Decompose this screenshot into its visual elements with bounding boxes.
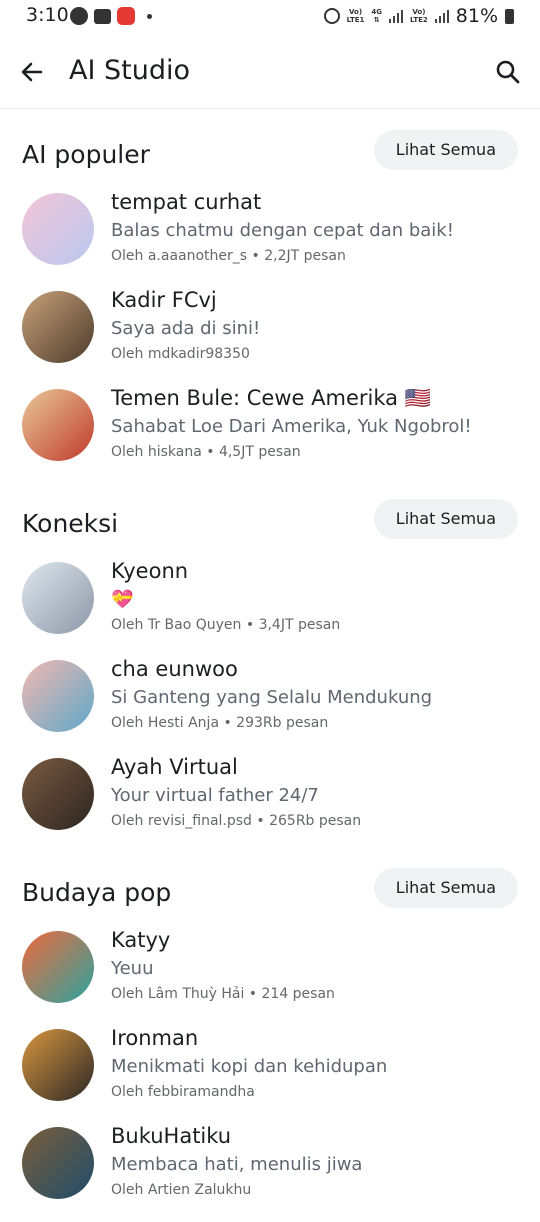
app-notification-icon bbox=[117, 7, 135, 25]
status-time: 3:10 bbox=[26, 4, 69, 26]
messenger-icon bbox=[70, 7, 88, 25]
avatar bbox=[22, 193, 94, 265]
item-name: Ayah Virtual bbox=[111, 755, 238, 779]
avatar bbox=[22, 1127, 94, 1199]
item-meta: Oleh Hesti Anja • 293Rb pesan bbox=[111, 715, 329, 731]
battery-percent: 81% bbox=[455, 5, 498, 27]
item-description: Si Ganteng yang Selalu Mendukung bbox=[111, 687, 433, 708]
avatar bbox=[22, 562, 94, 634]
item-meta: Oleh Tr Bao Quyen • 3,4JT pesan bbox=[111, 617, 341, 633]
list-item[interactable]: Kadir FCvj Saya ada di sini! Oleh mdkadi… bbox=[0, 288, 540, 386]
battery-icon bbox=[505, 8, 514, 24]
signal-icon-sim1 bbox=[389, 9, 404, 23]
sim2-label: Vo) LTE2 bbox=[410, 8, 428, 24]
see-all-button[interactable]: Lihat Semua bbox=[373, 130, 518, 170]
back-arrow-icon[interactable] bbox=[14, 54, 50, 90]
app-header: AI Studio bbox=[0, 36, 540, 109]
section-budaya-pop: Budaya pop Lihat Semua Katyy Yeuu Oleh L… bbox=[0, 868, 540, 1222]
search-icon[interactable] bbox=[490, 54, 526, 90]
sim1-label: Vo) LTE1 bbox=[346, 8, 365, 24]
item-name: BukuHatiku bbox=[111, 1124, 232, 1148]
list-item[interactable]: Kyeonn 💝 Oleh Tr Bao Quyen • 3,4JT pesan bbox=[0, 559, 540, 657]
signal-icon-sim2 bbox=[434, 9, 449, 23]
list-item[interactable]: Temen Bule: Cewe Amerika 🇺🇸 Sahabat Loe … bbox=[0, 386, 540, 484]
avatar bbox=[22, 660, 94, 732]
alarm-icon bbox=[323, 8, 340, 24]
item-meta: Oleh mdkadir98350 bbox=[111, 346, 250, 362]
section-header: Budaya pop Lihat Semua bbox=[0, 868, 540, 928]
item-name: Ironman bbox=[111, 1026, 199, 1050]
status-right: Vo) LTE1 4G ⇅ Vo) LTE2 81% bbox=[323, 5, 514, 27]
section-header: Koneksi Lihat Semua bbox=[0, 499, 540, 559]
status-bar: 3:10 Vo) LTE1 4G ⇅ Vo) LTE2 81% bbox=[0, 0, 540, 36]
item-description: 💝 bbox=[111, 589, 134, 610]
notification-icons bbox=[70, 7, 152, 25]
section-ai-populer: AI populer Lihat Semua tempat curhat Bal… bbox=[0, 130, 540, 484]
page-title: AI Studio bbox=[69, 55, 191, 86]
item-name: Katyy bbox=[111, 928, 171, 952]
item-name: Kyeonn bbox=[111, 559, 189, 583]
item-description: Menikmati kopi dan kehidupan bbox=[111, 1056, 388, 1077]
section-header: AI populer Lihat Semua bbox=[0, 130, 540, 190]
item-description: Balas chatmu dengan cepat dan baik! bbox=[111, 220, 454, 241]
item-meta: Oleh febbiramandha bbox=[111, 1084, 255, 1100]
avatar bbox=[22, 389, 94, 461]
avatar bbox=[22, 1029, 94, 1101]
item-name: Kadir FCvj bbox=[111, 288, 217, 312]
item-meta: Oleh a.aaanother_s • 2,2JT pesan bbox=[111, 248, 346, 264]
list-item[interactable]: cha eunwoo Si Ganteng yang Selalu Menduk… bbox=[0, 657, 540, 755]
item-name: cha eunwoo bbox=[111, 657, 238, 681]
item-name: tempat curhat bbox=[111, 190, 262, 214]
item-description: Yeuu bbox=[111, 958, 154, 979]
list-item[interactable]: Ironman Menikmati kopi dan kehidupan Ole… bbox=[0, 1026, 540, 1124]
section-title: Koneksi bbox=[22, 509, 119, 538]
item-description: Your virtual father 24/7 bbox=[111, 785, 319, 806]
item-meta: Oleh Lâm Thuỳ Hải • 214 pesan bbox=[111, 986, 335, 1002]
avatar bbox=[22, 931, 94, 1003]
avatar bbox=[22, 291, 94, 363]
section-title: Budaya pop bbox=[22, 878, 172, 907]
avatar bbox=[22, 758, 94, 830]
item-meta: Oleh revisi_final.psd • 265Rb pesan bbox=[111, 813, 362, 829]
list-item[interactable]: BukuHatiku Membaca hati, menulis jiwa Ol… bbox=[0, 1124, 540, 1222]
more-notifications-icon bbox=[147, 13, 152, 19]
see-all-button[interactable]: Lihat Semua bbox=[373, 499, 518, 539]
see-all-button[interactable]: Lihat Semua bbox=[373, 868, 518, 908]
section-title: AI populer bbox=[22, 140, 150, 169]
item-meta: Oleh hiskana • 4,5JT pesan bbox=[111, 444, 301, 460]
item-meta: Oleh Artien Zalukhu bbox=[111, 1182, 252, 1198]
network-type-label: 4G ⇅ bbox=[371, 8, 383, 24]
item-name: Temen Bule: Cewe Amerika 🇺🇸 bbox=[111, 386, 431, 410]
item-description: Saya ada di sini! bbox=[111, 318, 261, 339]
list-item[interactable]: Katyy Yeuu Oleh Lâm Thuỳ Hải • 214 pesan bbox=[0, 928, 540, 1026]
image-icon bbox=[94, 8, 111, 24]
list-item[interactable]: tempat curhat Balas chatmu dengan cepat … bbox=[0, 190, 540, 288]
section-koneksi: Koneksi Lihat Semua Kyeonn 💝 Oleh Tr Bao… bbox=[0, 499, 540, 853]
item-description: Membaca hati, menulis jiwa bbox=[111, 1154, 363, 1175]
list-item[interactable]: Ayah Virtual Your virtual father 24/7 Ol… bbox=[0, 755, 540, 853]
item-description: Sahabat Loe Dari Amerika, Yuk Ngobrol! bbox=[111, 416, 472, 437]
